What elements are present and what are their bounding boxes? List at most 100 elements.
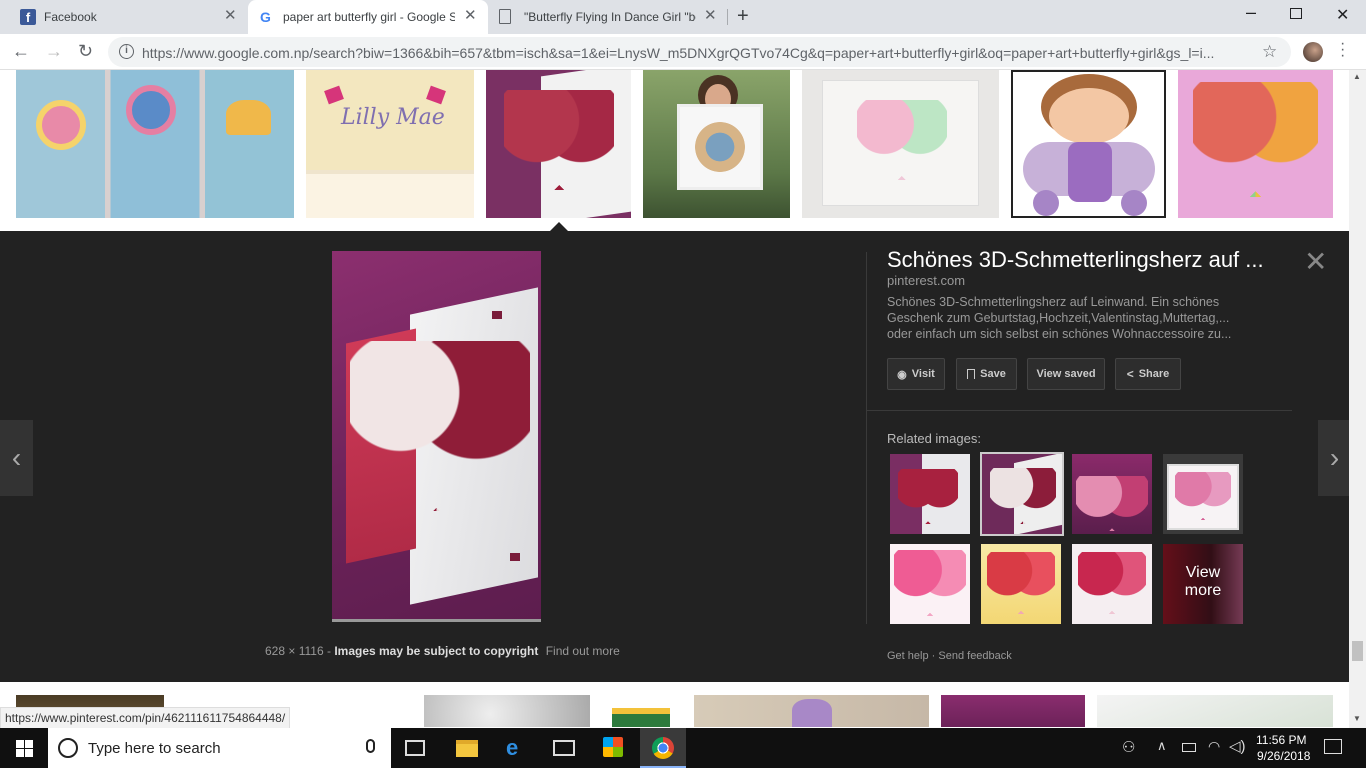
close-tab-icon[interactable]: ✕ [224,8,237,24]
related-image[interactable] [981,544,1061,624]
section-divider [867,410,1292,411]
wifi-icon[interactable]: ◠ [1208,738,1220,762]
mail-icon[interactable] [553,740,575,756]
find-out-more-link[interactable]: Find out more [546,644,620,658]
page-scrollbar[interactable]: ▲ ▼ [1349,70,1366,728]
result-image[interactable] [1097,695,1333,727]
related-image[interactable] [890,454,970,534]
result-image[interactable] [486,70,631,218]
detail-title[interactable]: Schönes 3D-Schmetterlingsherz auf ... [887,247,1264,273]
chrome-icon [652,737,674,759]
save-button[interactable]: Save [956,358,1017,390]
clock-time[interactable]: 11:56 PM [1256,733,1306,747]
result-image[interactable] [694,695,929,727]
close-panel-icon[interactable]: ✕ [1304,248,1327,276]
related-image[interactable] [890,544,970,624]
panel-divider [866,252,867,624]
visit-label: Visit [911,368,935,380]
share-label: Share [1138,368,1170,380]
volume-icon[interactable]: ◁) [1229,737,1246,761]
send-feedback-link[interactable]: Send feedback [938,650,1011,662]
globe-icon: ◉ [897,368,907,381]
previous-arrow[interactable]: ‹ [0,420,33,496]
related-image[interactable] [1072,454,1152,534]
new-tab-icon[interactable]: + [737,6,749,26]
google-icon: G [260,9,271,25]
close-tab-icon[interactable]: ✕ [704,8,717,24]
profile-avatar[interactable] [1303,42,1323,62]
url-text: https://www.google.com.np/search?biw=136… [142,45,1215,61]
document-icon [499,9,511,24]
bookmark-icon [967,369,976,379]
scroll-thumb[interactable] [1352,641,1363,661]
reload-icon[interactable]: ↻ [78,40,93,62]
windows-taskbar: Type here to search e ⚇ ∧ ◠ ◁) 11:56 PM … [0,728,1366,768]
address-bar[interactable]: i https://www.google.com.np/search?biw=1… [108,37,1291,67]
related-image-selected[interactable] [980,452,1064,536]
file-explorer-icon[interactable] [456,740,478,757]
detail-source-site[interactable]: pinterest.com [887,273,965,288]
battery-icon[interactable] [1182,743,1196,752]
info-icon: i [119,44,134,59]
result-image[interactable] [16,70,294,218]
view-more-label: View more [1184,564,1222,599]
share-icon: < [1126,367,1134,381]
tab-google-images[interactable]: G paper art butterfly girl - Google S ✕ [248,0,488,34]
result-image[interactable] [612,695,670,727]
detail-description: Schönes 3D-Schmetterlingsherz auf Leinwa… [887,295,1232,341]
windows-start-icon[interactable] [16,740,33,757]
tab-divider [727,9,728,25]
chrome-taskbar-button[interactable] [640,728,686,768]
browser-toolbar: ← → ↻ i https://www.google.com.np/search… [0,34,1366,70]
close-tab-icon[interactable]: ✕ [464,8,477,24]
task-view-icon[interactable] [405,740,425,756]
menu-icon[interactable]: · · · [1340,36,1345,64]
tab-pinterest[interactable]: "Butterfly Flying In Dance Girl "be ✕ [488,0,728,34]
footer-links: Get help · Send feedback [887,650,1012,662]
clock-date[interactable]: 9/26/2018 [1257,749,1310,763]
save-label: Save [980,368,1006,380]
image-dimensions: 628 × 1116 [265,644,324,658]
preview-scroll-indicator [332,619,541,622]
get-help-link[interactable]: Get help [887,650,929,662]
close-window-icon[interactable]: ✕ [1336,5,1349,25]
scroll-up-icon[interactable]: ▲ [1353,72,1361,81]
maximize-icon[interactable] [1290,8,1302,19]
result-image[interactable] [424,695,590,727]
wall-text: Lilly Mae [341,105,445,130]
view-saved-button[interactable]: View saved [1027,358,1105,390]
store-icon[interactable] [603,737,623,757]
next-arrow[interactable]: › [1318,420,1351,496]
search-placeholder: Type here to search [88,740,221,757]
preview-image[interactable] [332,251,541,622]
cortana-circle-icon [58,738,78,758]
related-image[interactable] [1072,544,1152,624]
microphone-icon[interactable] [366,739,375,753]
notifications-icon[interactable] [1324,739,1342,754]
result-image[interactable] [941,695,1085,727]
view-saved-label: View saved [1036,368,1096,380]
tab-title: paper art butterfly girl - Google S [283,10,455,24]
related-images-label: Related images: [887,431,981,446]
share-button[interactable]: < Share [1115,358,1181,390]
result-image[interactable] [1178,70,1333,218]
result-image[interactable]: Lilly Mae [306,70,474,218]
related-image[interactable] [1163,454,1243,534]
result-image[interactable] [643,70,790,218]
tab-facebook[interactable]: f Facebook ✕ [8,0,248,34]
result-image[interactable] [1011,70,1166,218]
edge-icon[interactable]: e [506,735,518,760]
back-icon[interactable]: ← [12,40,30,62]
chevron-up-icon[interactable]: ∧ [1157,738,1167,762]
visit-button[interactable]: ◉ Visit [887,358,945,390]
view-more-button[interactable]: View more [1163,544,1243,624]
bookmark-star-icon[interactable]: ☆ [1262,42,1277,62]
facebook-icon: f [20,9,36,25]
minimize-icon[interactable]: – [1246,2,1256,23]
taskbar-search-box[interactable]: Type here to search [48,728,391,768]
people-icon[interactable]: ⚇ [1122,738,1135,762]
forward-icon[interactable]: → [45,40,63,62]
result-image[interactable] [802,70,999,218]
copyright-notice: Images may be subject to copyright [334,644,539,658]
scroll-down-icon[interactable]: ▼ [1353,714,1361,723]
